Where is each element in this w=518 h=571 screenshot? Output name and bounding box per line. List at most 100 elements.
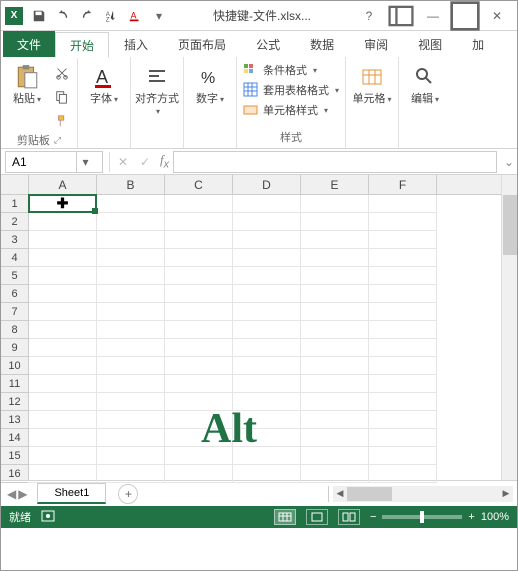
cell[interactable] [369, 447, 437, 465]
cell[interactable] [301, 411, 369, 429]
col-header[interactable]: D [233, 175, 301, 194]
cell[interactable] [301, 393, 369, 411]
row-header[interactable]: 1 [1, 195, 28, 213]
cell[interactable] [29, 231, 97, 249]
cell[interactable] [29, 447, 97, 465]
cell[interactable] [165, 411, 233, 429]
cell[interactable] [29, 285, 97, 303]
cell[interactable] [301, 249, 369, 267]
tab-view[interactable]: 视图 [403, 31, 457, 57]
row-header[interactable]: 13 [1, 411, 28, 429]
cell[interactable] [301, 195, 369, 213]
cell[interactable] [369, 465, 437, 483]
cell-style-button[interactable]: 单元格样式▾ [241, 101, 341, 119]
format-painter-icon[interactable] [51, 111, 73, 131]
cells-area[interactable]: ✚ [29, 195, 501, 480]
macro-record-icon[interactable] [41, 510, 55, 525]
cell[interactable] [233, 213, 301, 231]
sort-icon[interactable]: AZ [99, 4, 123, 28]
view-normal-icon[interactable] [274, 509, 296, 525]
cell[interactable] [165, 339, 233, 357]
spreadsheet-grid[interactable]: ABCDEF 12345678910111213141516 ✚ Alt [1, 175, 517, 480]
cell[interactable] [369, 357, 437, 375]
cell[interactable] [165, 195, 233, 213]
accept-formula-icon[interactable]: ✓ [134, 151, 156, 173]
maximize-icon[interactable] [449, 4, 481, 28]
save-icon[interactable] [27, 4, 51, 28]
cell[interactable] [165, 231, 233, 249]
cell[interactable] [97, 267, 165, 285]
sheet-tab[interactable]: Sheet1 [37, 483, 106, 504]
cell[interactable] [233, 357, 301, 375]
cell[interactable] [233, 249, 301, 267]
vscroll-thumb[interactable] [503, 195, 517, 255]
vertical-scrollbar[interactable] [501, 175, 517, 480]
cell[interactable] [233, 267, 301, 285]
table-format-button[interactable]: 套用表格格式▾ [241, 81, 341, 99]
row-header[interactable]: 8 [1, 321, 28, 339]
cell[interactable] [301, 465, 369, 483]
fx-icon[interactable]: fx [160, 152, 169, 171]
cell[interactable] [97, 429, 165, 447]
cell[interactable] [97, 321, 165, 339]
font-color-icon[interactable]: A [123, 4, 147, 28]
cell[interactable] [233, 303, 301, 321]
cell[interactable] [29, 303, 97, 321]
row-headers[interactable]: 12345678910111213141516 [1, 195, 29, 480]
cell[interactable] [369, 249, 437, 267]
cell[interactable] [301, 231, 369, 249]
select-all-corner[interactable] [1, 175, 29, 195]
cell[interactable] [301, 447, 369, 465]
hscroll-thumb[interactable] [347, 487, 392, 501]
undo-icon[interactable] [51, 4, 75, 28]
cell[interactable] [29, 375, 97, 393]
col-header[interactable]: C [165, 175, 233, 194]
number-button[interactable]: % 数字▾ [188, 59, 232, 106]
horizontal-scrollbar[interactable]: ◀ ▶ [333, 486, 513, 502]
cell[interactable] [233, 285, 301, 303]
cell[interactable] [369, 339, 437, 357]
row-header[interactable]: 14 [1, 429, 28, 447]
cell[interactable] [29, 321, 97, 339]
cell[interactable] [369, 375, 437, 393]
tab-more[interactable]: 加 [457, 31, 499, 57]
copy-icon[interactable] [51, 87, 73, 107]
cells-button[interactable]: 单元格▾ [350, 59, 394, 106]
cell[interactable] [29, 393, 97, 411]
sheet-nav-next-icon[interactable]: ▶ [18, 487, 27, 501]
cell[interactable] [369, 213, 437, 231]
cell[interactable] [97, 303, 165, 321]
cell[interactable] [165, 321, 233, 339]
zoom-handle[interactable] [420, 511, 424, 523]
cell[interactable] [301, 375, 369, 393]
cell[interactable] [29, 213, 97, 231]
view-layout-icon[interactable] [306, 509, 328, 525]
cell[interactable] [97, 411, 165, 429]
zoom-slider[interactable] [382, 515, 462, 519]
cell[interactable] [233, 321, 301, 339]
cell[interactable] [29, 465, 97, 483]
cell[interactable] [97, 213, 165, 231]
active-cell[interactable]: ✚ [28, 194, 97, 213]
cell[interactable] [165, 375, 233, 393]
launcher-icon[interactable]: ⤢ [54, 135, 61, 146]
row-header[interactable]: 11 [1, 375, 28, 393]
cell[interactable] [29, 267, 97, 285]
column-headers[interactable]: ABCDEF [29, 175, 501, 195]
cut-icon[interactable] [51, 63, 73, 83]
tab-data[interactable]: 数据 [295, 31, 349, 57]
row-header[interactable]: 4 [1, 249, 28, 267]
editing-button[interactable]: 编辑▾ [403, 59, 447, 106]
cell[interactable] [369, 285, 437, 303]
cell[interactable] [29, 357, 97, 375]
paste-button[interactable]: 粘贴▾ [5, 59, 49, 106]
tab-home[interactable]: 开始 [55, 32, 109, 58]
tab-formula[interactable]: 公式 [241, 31, 295, 57]
cell[interactable] [97, 285, 165, 303]
row-header[interactable]: 16 [1, 465, 28, 483]
cell[interactable] [97, 231, 165, 249]
hscroll-left-icon[interactable]: ◀ [333, 488, 347, 499]
cell[interactable] [165, 213, 233, 231]
row-header[interactable]: 7 [1, 303, 28, 321]
cell[interactable] [97, 339, 165, 357]
